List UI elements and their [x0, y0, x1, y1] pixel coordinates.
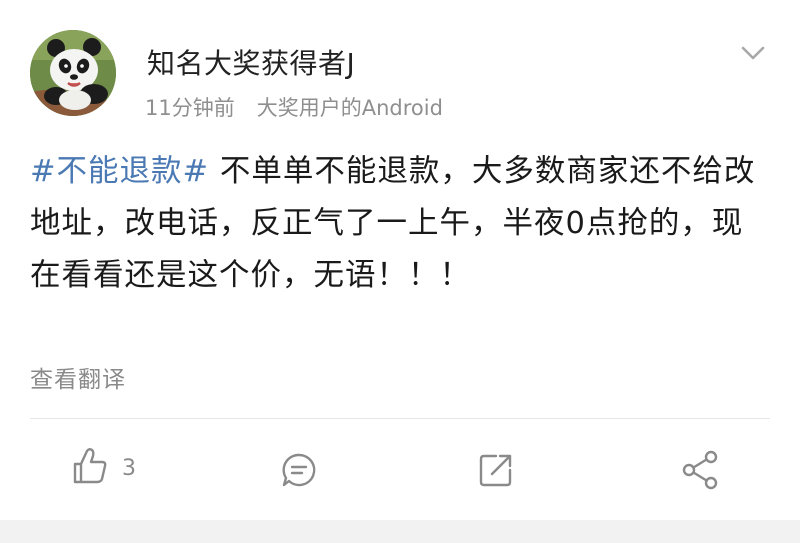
translate-link[interactable]: 查看翻译: [30, 360, 126, 394]
thumbs-up-icon: [72, 447, 108, 485]
like-button[interactable]: 3: [72, 447, 136, 485]
post-text: #不能退款# 不单单不能退款，大多数商家还不给改地址，改电话，反正气了一上午，半…: [30, 146, 770, 302]
post-card: 知名大奖获得者J 11分钟前 大奖用户的Android #不能退款# 不单单不能退…: [0, 0, 800, 520]
hashtag-link[interactable]: #不能退款#: [30, 154, 209, 189]
username[interactable]: 知名大奖获得者J: [147, 42, 355, 82]
bottom-separator: [0, 520, 800, 543]
divider: [30, 418, 770, 419]
comment-button[interactable]: [281, 452, 317, 488]
share-button[interactable]: [681, 450, 719, 490]
repost-button[interactable]: [478, 452, 514, 488]
like-count: 3: [122, 455, 136, 481]
share-icon: [681, 450, 719, 490]
comment-icon: [281, 452, 317, 488]
chevron-down-icon[interactable]: [740, 44, 766, 62]
post-time: 11分钟前: [145, 96, 235, 120]
post-source: 大奖用户的Android: [256, 96, 443, 120]
post-meta: 11分钟前 大奖用户的Android: [145, 92, 443, 122]
panda-avatar-image: [30, 30, 116, 116]
avatar[interactable]: [30, 30, 116, 116]
repost-icon: [478, 452, 514, 488]
